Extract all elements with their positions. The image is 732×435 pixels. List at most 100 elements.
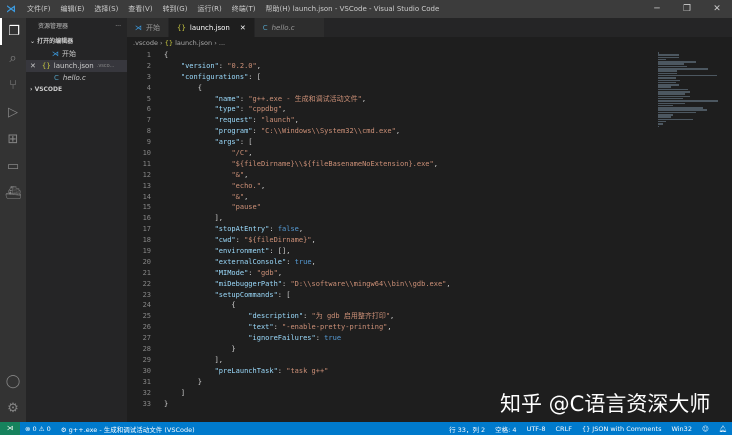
menu-item[interactable]: 运行(R) xyxy=(192,5,226,13)
menu-item[interactable]: 帮助(H) xyxy=(261,5,296,13)
minimap-line xyxy=(658,102,685,105)
menu-item[interactable]: 编辑(E) xyxy=(56,5,90,13)
search-icon[interactable]: ⌕ xyxy=(0,45,26,72)
tab-welcome[interactable]: ⋊ 开始 xyxy=(127,18,169,37)
code-token: : xyxy=(252,127,261,136)
code-line[interactable]: 2 "version": "0.2.0", xyxy=(127,61,732,72)
code-line[interactable]: 24 { xyxy=(127,300,732,311)
code-line[interactable]: 9 "args": [ xyxy=(127,137,732,148)
code-line[interactable]: 3 "configurations": [ xyxy=(127,72,732,83)
platform[interactable]: Win32 xyxy=(666,425,696,433)
code-line[interactable]: 18 "cwd": "${fileDirname}", xyxy=(127,235,732,246)
code-token: "externalConsole" xyxy=(214,257,287,266)
code-line[interactable]: 11 "${fileDirname}\\${fileBasenameNoExte… xyxy=(127,159,732,170)
minimap-line xyxy=(658,58,667,61)
code-line[interactable]: 23 "setupCommands": [ xyxy=(127,290,732,301)
close-icon[interactable]: ✕ xyxy=(702,0,732,18)
code-line[interactable]: 8 "program": "C:\\Windows\\System32\\cmd… xyxy=(127,126,732,137)
indentation[interactable]: 空格: 4 xyxy=(490,424,521,434)
tab-launch-json[interactable]: {} launch.json ✕ xyxy=(169,18,255,37)
code-line[interactable]: 6 "type": "cppdbg", xyxy=(127,104,732,115)
minimap-line xyxy=(658,107,703,109)
encoding[interactable]: UTF-8 xyxy=(522,425,551,433)
code-token: "pause" xyxy=(231,203,261,212)
account-icon[interactable]: ◯ xyxy=(0,368,26,395)
source-control-icon[interactable]: ⑂ xyxy=(0,72,26,99)
notifications-icon[interactable]: 🔔︎ xyxy=(714,425,732,433)
more-actions-button[interactable]: ··· xyxy=(115,18,121,36)
problems-indicator[interactable]: ⊗ 0 ⚠ 0 xyxy=(20,425,56,433)
minimap[interactable] xyxy=(658,52,718,127)
code-line[interactable]: 16 ], xyxy=(127,213,732,224)
cursor-position[interactable]: 行 33，列 2 xyxy=(444,424,490,434)
open-editors-section[interactable]: ⌄ 打开的编辑器 xyxy=(26,36,127,48)
code-line[interactable]: 7 "request": "launch", xyxy=(127,115,732,126)
open-editor-welcome[interactable]: ⋊ 开始 xyxy=(26,48,127,60)
settings-gear-icon[interactable]: ⚙ xyxy=(0,395,26,422)
minimize-icon[interactable]: ─ xyxy=(642,0,672,18)
code-token: "&" xyxy=(231,170,245,179)
run-debug-icon[interactable]: ▷ xyxy=(0,99,26,126)
menu-item[interactable]: 文件(F) xyxy=(22,5,56,13)
code-token: true xyxy=(324,334,342,343)
code-line[interactable]: 13 "echo.", xyxy=(127,181,732,192)
code-line[interactable]: 31 } xyxy=(127,377,732,388)
tab-hello-c[interactable]: Chello.c xyxy=(254,18,325,37)
code-line[interactable]: 19 "environment": [], xyxy=(127,246,732,257)
vscode-logo-icon: ⋊ xyxy=(6,3,16,15)
code-line[interactable]: 14 "&", xyxy=(127,192,732,203)
code-line[interactable]: 20 "externalConsole": true, xyxy=(127,257,732,268)
explorer-title: 资源管理器 xyxy=(38,23,69,30)
code-line[interactable]: 1{ xyxy=(127,50,732,61)
language-mode[interactable]: {} JSON with Comments xyxy=(577,425,667,433)
menu-item[interactable]: 查看(V) xyxy=(123,5,157,13)
menu-item[interactable]: 转到(G) xyxy=(158,5,193,13)
code-token: ], xyxy=(164,355,224,364)
code-line[interactable]: 21 "MIMode": "gdb", xyxy=(127,268,732,279)
code-line[interactable]: 25 "description": "为 gdb 启用整齐打印", xyxy=(127,311,732,322)
line-number: 24 xyxy=(142,301,151,310)
code-editor[interactable]: 1{2 "version": "0.2.0", 3 "configurations… xyxy=(127,50,732,422)
code-line[interactable]: 17 "stopAtEntry": false, xyxy=(127,224,732,235)
breadcrumb-symbol[interactable]: ... xyxy=(219,39,225,47)
restore-icon[interactable]: ❐ xyxy=(672,0,702,18)
debug-launch-config[interactable]: ⚙ g++.exe - 生成和调试活动文件 (VSCode) xyxy=(56,424,200,434)
code-line[interactable]: 15 "pause" xyxy=(127,202,732,213)
docker-icon[interactable]: ⛴ xyxy=(0,180,26,207)
code-line[interactable]: 29 ], xyxy=(127,355,732,366)
remote-explorer-icon[interactable]: ▭ xyxy=(0,153,26,180)
minimap-line xyxy=(658,91,691,93)
code-line[interactable]: 27 "ignoreFailures": true xyxy=(127,333,732,344)
breadcrumb-file[interactable]: launch.json xyxy=(175,39,212,47)
code-line[interactable]: 30 "preLaunchTask": "task g++" xyxy=(127,366,732,377)
menu-item[interactable]: 终端(T) xyxy=(227,5,261,13)
line-number: 16 xyxy=(142,214,151,223)
code-token: } xyxy=(164,399,169,408)
explorer-icon[interactable]: ❐ xyxy=(0,18,26,45)
menu-item[interactable]: 选择(S) xyxy=(89,5,123,13)
code-token: "&" xyxy=(231,192,245,201)
code-line[interactable]: 10 "/C", xyxy=(127,148,732,159)
line-ending[interactable]: CRLF xyxy=(551,425,577,433)
line-number: 7 xyxy=(146,116,151,125)
breadcrumb-folder[interactable]: .vscode xyxy=(133,39,158,47)
close-tab-icon[interactable]: ✕ xyxy=(240,24,246,32)
minimap-line xyxy=(658,123,663,125)
folder-section[interactable]: › VSCODE xyxy=(26,84,127,96)
code-line[interactable]: 5 "name": "g++.exe - 生成和调试活动文件", xyxy=(127,94,732,105)
code-line[interactable]: 28 } xyxy=(127,344,732,355)
code-line[interactable]: 22 "miDebuggerPath": "D:\\software\\ming… xyxy=(127,279,732,290)
feedback-icon[interactable]: ☺ xyxy=(697,425,714,433)
close-icon[interactable]: ✕ xyxy=(30,60,36,72)
extensions-icon[interactable]: ⊞ xyxy=(0,126,26,153)
minimap-line xyxy=(658,86,671,88)
code-line[interactable]: 12 "&", xyxy=(127,170,732,181)
remote-icon[interactable]: ⋊ xyxy=(0,422,20,435)
code-line[interactable]: 26 "text": "-enable-pretty-printing", xyxy=(127,322,732,333)
code-line[interactable]: 4 { xyxy=(127,83,732,94)
open-editor-launch-json[interactable]: ✕{} launch.json .vsco... xyxy=(26,60,127,72)
open-editor-hello-c[interactable]: Chello.c xyxy=(26,72,127,84)
